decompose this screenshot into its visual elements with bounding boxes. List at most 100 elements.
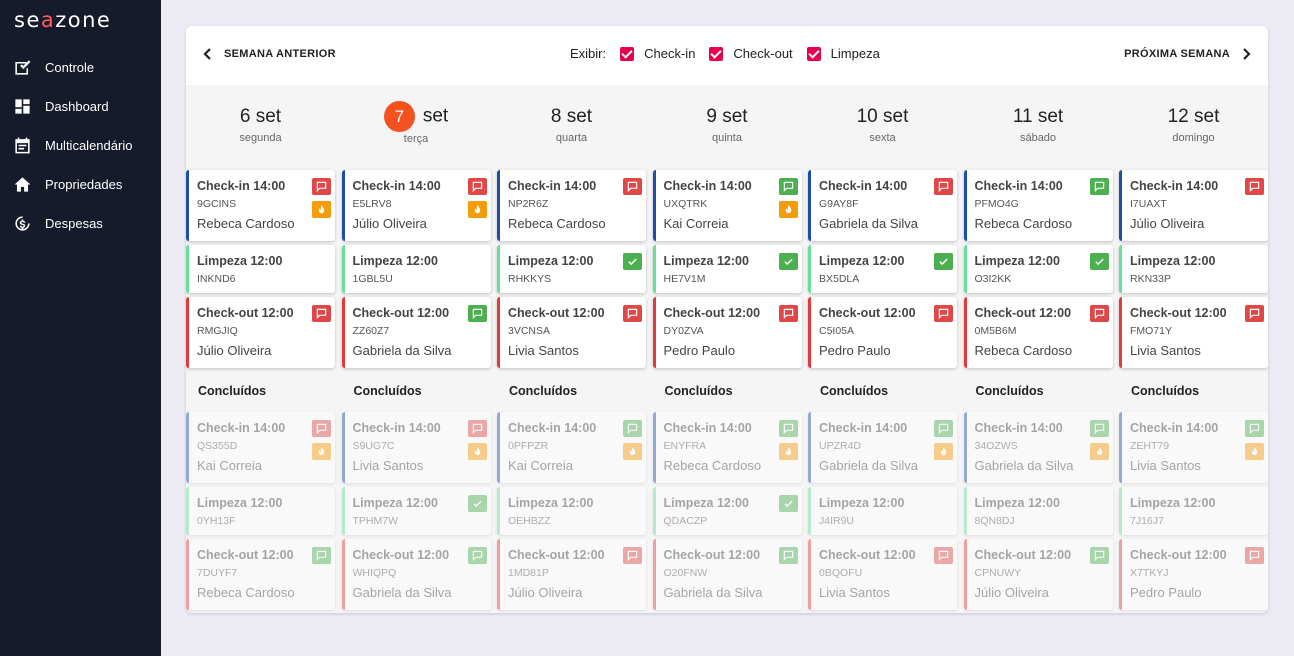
cleaning-card[interactable]: Limpeza 12:00 1GBL5U [341,245,491,293]
sidebar-item-controle[interactable]: Controle [0,48,161,87]
sidebar-item-despesas[interactable]: Despesas [0,204,161,243]
message-icon[interactable] [312,547,331,564]
checkbox-checked[interactable] [709,46,724,61]
cleaning-card[interactable]: Limpeza 12:00 8QN8DJ [963,487,1113,535]
cleaning-card[interactable]: Limpeza 12:00 QDACZP [652,487,802,535]
checkin-card[interactable]: Check-in 14:00 QS355D Kai Correia [186,412,335,483]
checkin-card[interactable]: Check-in 14:00 9GCINS Rebeca Cardoso [186,170,335,241]
message-icon[interactable] [778,178,798,195]
checkout-card[interactable]: Check-out 12:00 WHIQPQ Gabriela da Silva [341,539,491,610]
cleaning-card[interactable]: Limpeza 12:00 OEHBZZ [497,487,646,535]
check-icon[interactable] [467,495,487,512]
checkout-card[interactable]: Check-out 12:00 FMO71Y Livia Santos [1119,297,1268,368]
card-title: Limpeza 12:00 [974,496,1060,510]
week-toolbar: SEMANA ANTERIOR Exibir: Check-in Check-o… [186,26,1268,85]
cleaning-card[interactable]: Limpeza 12:00 J4IR9U [808,487,957,535]
check-icon[interactable] [934,253,953,270]
cleaning-card[interactable]: Limpeza 12:00 RKN33P [1119,245,1268,293]
card-title: Limpeza 12:00 [197,496,283,510]
checkbox-checked[interactable] [620,46,635,61]
sidebar-nav: Controle Dashboard Multicalendário Propr… [0,48,161,243]
message-icon[interactable] [467,178,487,195]
message-icon[interactable] [1245,547,1264,564]
checkin-card[interactable]: Check-in 14:00 ZEHT79 Livia Santos [1119,412,1268,483]
checkin-card[interactable]: Check-in 14:00 G9AY8F Gabriela da Silva [808,170,957,241]
seazone-logo[interactable]: seazone [14,8,111,32]
checkin-card[interactable]: Check-in 14:00 E5LRV8 Júlio Oliveira [341,170,491,241]
cleaning-card[interactable]: Limpeza 12:00 INKND6 [186,245,335,293]
checkout-card[interactable]: Check-out 12:00 C5I05A Pedro Paulo [808,297,957,368]
card-title: Check-out 12:00 [508,548,605,562]
message-icon[interactable] [623,420,642,437]
message-icon[interactable] [312,420,331,437]
cleaning-card[interactable]: Limpeza 12:00 HE7V1M [652,245,802,293]
message-icon[interactable] [1245,420,1264,437]
checkin-card[interactable]: Check-in 14:00 NP2R6Z Rebeca Cardoso [497,170,646,241]
message-icon[interactable] [1089,178,1109,195]
checkout-card[interactable]: Check-out 12:00 X7TKYJ Pedro Paulo [1119,539,1268,610]
checkout-card[interactable]: Check-out 12:00 CPNUWY Júlio Oliveira [963,539,1113,610]
check-icon[interactable] [778,495,798,512]
checkout-card[interactable]: Check-out 12:00 0BQOFU Livia Santos [808,539,957,610]
next-week-button[interactable]: PRÓXIMA SEMANA [1124,46,1254,62]
checkin-card[interactable]: Check-in 14:00 34OZWS Gabriela da Silva [963,412,1113,483]
cleaning-card[interactable]: Limpeza 12:00 TPHM7W [341,487,491,535]
reservation-code: 9GCINS [197,198,237,210]
sidebar-item-dashboard[interactable]: Dashboard [0,87,161,126]
filter-checkout[interactable]: Check-out [709,46,793,61]
message-icon[interactable] [623,547,642,564]
message-icon[interactable] [1089,305,1109,322]
checkin-card[interactable]: Check-in 14:00 0PFPZR Kai Correia [497,412,646,483]
checkout-card[interactable]: Check-out 12:00 3VCNSA Livia Santos [497,297,646,368]
sidebar-item-label: Dashboard [45,99,109,114]
message-icon[interactable] [1245,178,1264,195]
message-icon[interactable] [778,420,798,437]
checkin-card[interactable]: Check-in 14:00 PFMO4G Rebeca Cardoso [963,170,1113,241]
cleaning-card[interactable]: Limpeza 12:00 7J16J7 [1119,487,1268,535]
checkout-card[interactable]: Check-out 12:00 0M5B6M Rebeca Cardoso [963,297,1113,368]
checkin-card[interactable]: Check-in 14:00 UXQTRK Kai Correia [652,170,802,241]
card-title: Limpeza 12:00 [1130,496,1216,510]
checkin-card[interactable]: Check-in 14:00 I7UAXT Júlio Oliveira [1119,170,1268,241]
checkout-card[interactable]: Check-out 12:00 DY0ZVA Pedro Paulo [652,297,802,368]
cleaning-card[interactable]: Limpeza 12:00 0YH13F [186,487,335,535]
checkout-card[interactable]: Check-out 12:00 O20FNW Gabriela da Silva [652,539,802,610]
checkbox-checked[interactable] [806,46,821,61]
card-title: Check-out 12:00 [974,548,1072,562]
checkin-card[interactable]: Check-in 14:00 S9UG7C Livia Santos [341,412,491,483]
message-icon[interactable] [623,305,642,322]
filter-checkin[interactable]: Check-in [620,46,695,61]
cleaning-card[interactable]: Limpeza 12:00 RHKKYS [497,245,646,293]
checkout-card[interactable]: Check-out 12:00 1MD81P Júlio Oliveira [497,539,646,610]
day-column: 7 set terça Check-in 14:00 E5LRV8 Júlio Olive… [341,85,491,613]
message-icon[interactable] [312,178,331,195]
message-icon[interactable] [312,305,331,322]
message-icon[interactable] [467,420,487,437]
checkout-card[interactable]: Check-out 12:00 RMGJIQ Júlio Oliveira [186,297,335,368]
message-icon[interactable] [467,305,487,322]
sidebar-item-multicalendario[interactable]: Multicalendário [0,126,161,165]
message-icon[interactable] [467,547,487,564]
message-icon[interactable] [934,547,953,564]
message-icon[interactable] [934,305,953,322]
message-icon[interactable] [778,305,798,322]
filter-limpeza[interactable]: Limpeza [806,46,880,61]
checkout-card[interactable]: Check-out 12:00 ZZ60Z7 Gabriela da Silva [341,297,491,368]
message-icon[interactable] [778,547,798,564]
cleaning-card[interactable]: Limpeza 12:00 O3I2KK [963,245,1113,293]
message-icon[interactable] [1089,547,1109,564]
previous-week-button[interactable]: SEMANA ANTERIOR [200,46,336,62]
message-icon[interactable] [623,178,642,195]
check-icon[interactable] [623,253,642,270]
message-icon[interactable] [1245,305,1264,322]
checkin-card[interactable]: Check-in 14:00 ENYFRA Rebeca Cardoso [652,412,802,483]
message-icon[interactable] [1089,420,1109,437]
checkin-card[interactable]: Check-in 14:00 UPZR4D Gabriela da Silva [808,412,957,483]
check-icon[interactable] [1089,253,1109,270]
message-icon[interactable] [934,178,953,195]
message-icon[interactable] [934,420,953,437]
sidebar-item-propriedades[interactable]: Propriedades [0,165,161,204]
check-icon[interactable] [778,253,798,270]
cleaning-card[interactable]: Limpeza 12:00 BX5DLA [808,245,957,293]
checkout-card[interactable]: Check-out 12:00 7DUYF7 Rebeca Cardoso [186,539,335,610]
